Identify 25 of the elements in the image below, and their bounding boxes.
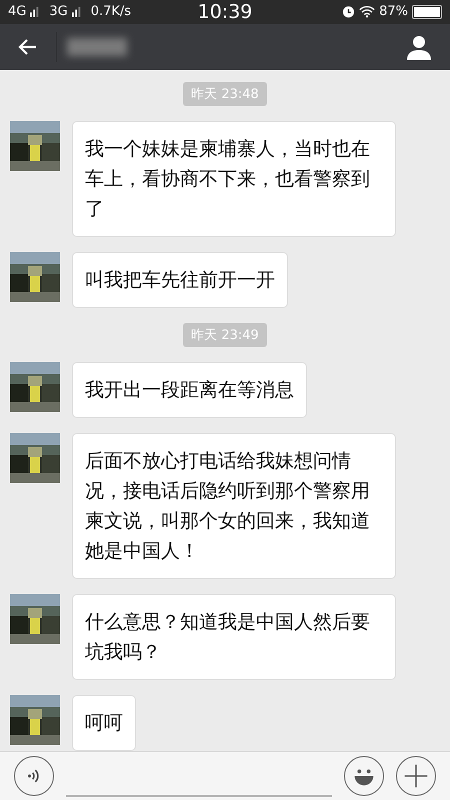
battery-icon — [412, 4, 442, 19]
alarm-clock-icon — [342, 5, 356, 18]
back-arrow-icon — [18, 37, 38, 58]
signal-icon — [72, 6, 83, 18]
emoji-button[interactable] — [344, 756, 384, 796]
network-label: 4G — [8, 4, 26, 20]
message-bubble: 我一个妹妹是柬埔寨人，当时也在车上，看协商不下来，也看警察到了 — [72, 121, 396, 238]
network-speed: 0.7K/s — [90, 4, 132, 20]
redacted-name — [67, 38, 127, 56]
message-bubble: 我开出一段距离在等消息 — [72, 362, 307, 418]
person-icon — [406, 34, 432, 60]
signal-icon — [30, 6, 42, 18]
plus-icon — [403, 763, 429, 790]
wifi-icon — [359, 5, 376, 18]
message-bubble: 呵呵 — [72, 695, 136, 752]
add-button[interactable] — [396, 756, 436, 796]
message-bubble: 叫我把车先往前开一开 — [72, 252, 288, 308]
message-bubble: 什么意思？知道我是中国人然后要坑我吗？ — [72, 594, 396, 680]
timestamp: 昨天 23:48 — [183, 82, 267, 106]
network-label: 3G — [49, 4, 68, 20]
battery-percent: 87% — [379, 4, 408, 20]
clock-time: 10:39 — [198, 0, 252, 23]
voice-button[interactable] — [14, 756, 54, 796]
timestamp: 昨天 23:49 — [183, 323, 267, 348]
message-bubble: 后面不放心打电话给我妹想问情况，接电话后隐约听到那个警察用柬文说，叫那个女的回来，我知道她是中国人！ — [72, 433, 396, 580]
